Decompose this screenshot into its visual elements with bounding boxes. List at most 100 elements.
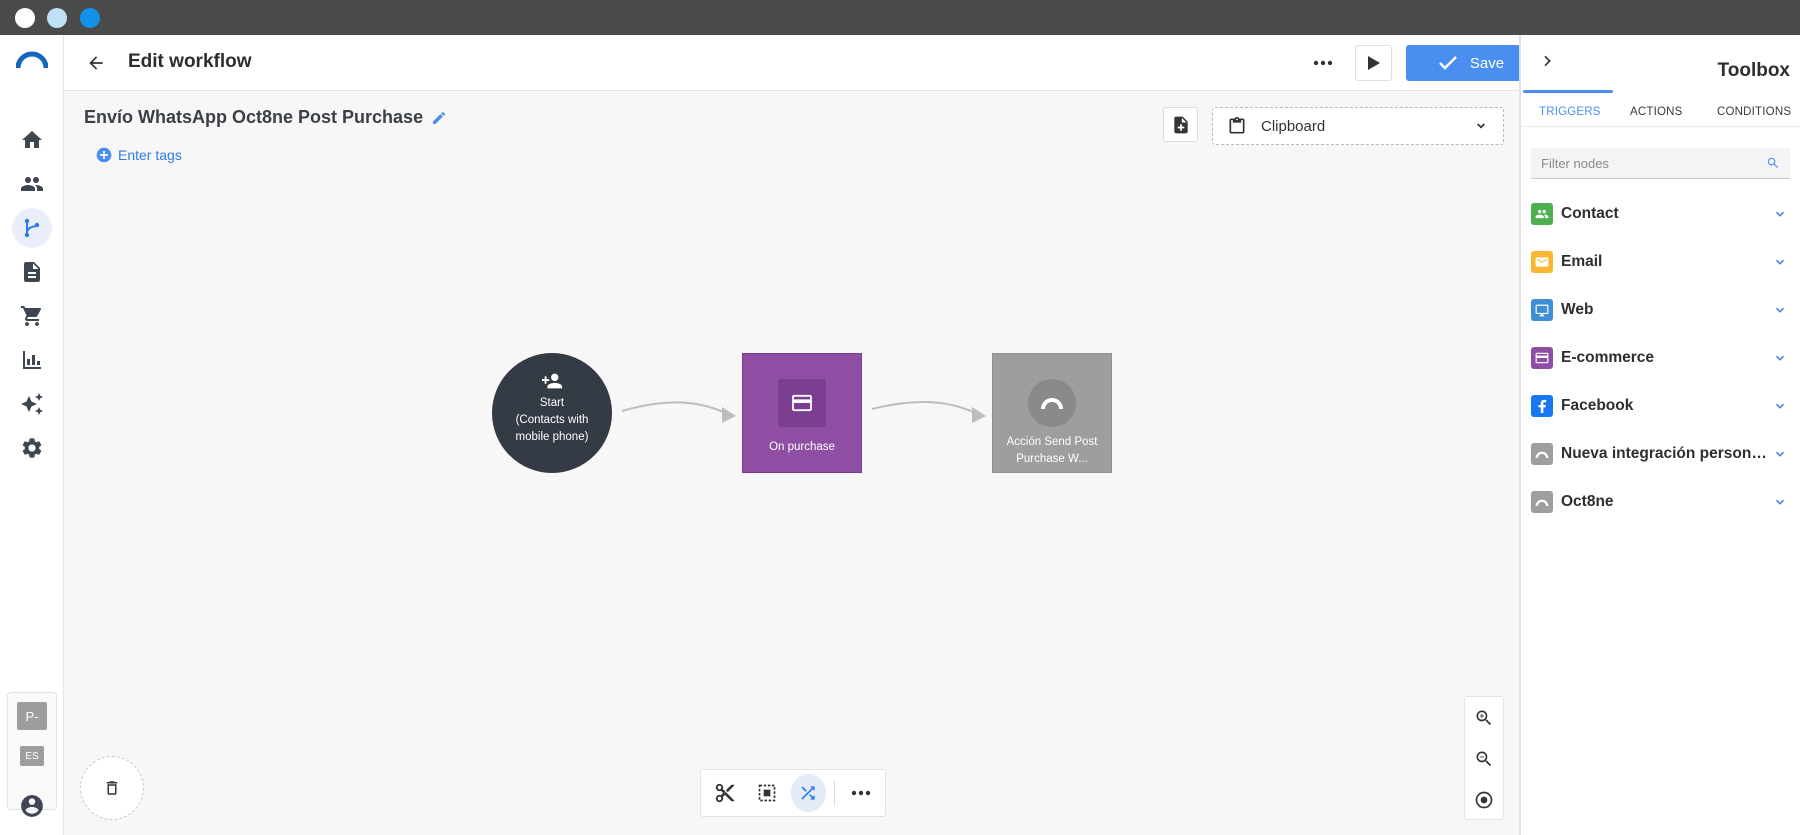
integration-icon xyxy=(1531,443,1553,465)
workflow-canvas[interactable]: Envío WhatsApp Oct8ne Post Purchase Ente… xyxy=(64,91,1519,835)
arrow-back-icon xyxy=(89,56,103,70)
card-icon xyxy=(1531,347,1553,369)
brand-logo[interactable] xyxy=(16,51,48,69)
category-label: Contact xyxy=(1561,205,1619,222)
start-node-subtitle-2: mobile phone) xyxy=(515,431,589,443)
category-email[interactable]: Email xyxy=(1531,244,1790,280)
toolbox-title: Toolbox xyxy=(1717,60,1790,81)
category-facebook[interactable]: Facebook xyxy=(1531,388,1790,424)
category-label: Web xyxy=(1561,301,1594,318)
window-titlebar xyxy=(0,0,1800,35)
save-button-label: Save xyxy=(1469,54,1505,72)
category-label: Oct8ne xyxy=(1561,493,1614,510)
sparkles-icon xyxy=(21,393,43,415)
maximize-window-button[interactable] xyxy=(80,8,100,28)
minimize-window-button[interactable] xyxy=(47,8,67,28)
chevron-right-icon xyxy=(1544,55,1551,67)
left-nav-rail: P- ES xyxy=(0,35,64,835)
toolbar-divider xyxy=(834,780,836,806)
connection-arrowhead xyxy=(972,407,986,423)
chevron-down-icon xyxy=(1770,492,1790,512)
more-horizontal-icon xyxy=(1313,60,1333,66)
chevron-down-icon xyxy=(1770,396,1790,416)
ecommerce-nav-item[interactable] xyxy=(12,296,52,336)
shuffle-icon xyxy=(801,786,816,800)
documents-nav-item[interactable] xyxy=(12,252,52,292)
contacts-nav-item[interactable] xyxy=(12,164,52,204)
zoom-in-button[interactable] xyxy=(1465,697,1503,738)
account-badge[interactable]: P- xyxy=(17,702,47,730)
page-header: Edit workflow Save xyxy=(64,35,1536,91)
more-options-button[interactable] xyxy=(1308,51,1338,75)
cut-tool-button[interactable] xyxy=(707,774,743,812)
action-node-label-2: Purchase W... xyxy=(1016,453,1088,465)
send-post-purchase-action-node[interactable]: Acción Send Post Purchase W... xyxy=(992,353,1112,473)
people-icon xyxy=(1531,203,1553,225)
search-icon[interactable] xyxy=(1766,156,1780,170)
close-window-button[interactable] xyxy=(15,8,35,28)
start-node-title: Start xyxy=(539,397,565,409)
run-test-button[interactable] xyxy=(1355,45,1392,81)
workflows-nav-item[interactable] xyxy=(12,208,52,248)
filter-nodes-field xyxy=(1531,148,1790,179)
ai-nav-item[interactable] xyxy=(12,384,52,424)
group-add-icon xyxy=(541,373,563,389)
select-area-icon xyxy=(758,784,775,802)
category-web[interactable]: Web xyxy=(1531,292,1790,328)
zoom-controls xyxy=(1464,696,1504,820)
scissors-icon xyxy=(715,783,735,803)
select-area-tool-button[interactable] xyxy=(749,774,785,812)
category-label: Facebook xyxy=(1561,397,1634,414)
action-node-label-1: Acción Send Post xyxy=(1006,436,1098,448)
workflow-icon xyxy=(24,218,40,238)
fit-view-button[interactable] xyxy=(1465,779,1503,820)
tab-actions[interactable]: ACTIONS xyxy=(1630,106,1683,118)
on-purchase-node[interactable]: On purchase xyxy=(742,353,862,473)
document-icon xyxy=(24,262,40,282)
category-custom-integration[interactable]: Nueva integración personalizada xyxy=(1531,436,1790,472)
category-ecommerce[interactable]: E-commerce xyxy=(1531,340,1790,376)
delete-drop-zone[interactable] xyxy=(80,756,144,820)
chevron-down-icon xyxy=(1770,252,1790,272)
bar-chart-icon xyxy=(23,351,41,369)
connection-arrowhead xyxy=(722,407,736,423)
save-button[interactable]: Save xyxy=(1406,45,1536,81)
back-button[interactable] xyxy=(82,49,110,77)
settings-nav-item[interactable] xyxy=(12,428,52,468)
integration-icon xyxy=(1041,398,1063,410)
monitor-icon xyxy=(1531,299,1553,321)
on-purchase-label: On purchase xyxy=(769,441,835,453)
reports-nav-item[interactable] xyxy=(12,340,52,380)
mail-icon xyxy=(1531,251,1553,273)
trash-icon xyxy=(106,781,118,795)
more-tools-button[interactable] xyxy=(843,774,879,812)
chevron-down-icon xyxy=(1770,204,1790,224)
tab-triggers[interactable]: TRIGGERS xyxy=(1539,106,1601,118)
toolbox-panel: Toolbox TRIGGERS ACTIONS CONDITIONS Cont… xyxy=(1519,35,1800,835)
purchase-icon-box xyxy=(778,379,826,427)
category-oct8ne[interactable]: Oct8ne xyxy=(1531,484,1790,520)
language-badge[interactable]: ES xyxy=(20,746,44,766)
toolbox-tabs: TRIGGERS ACTIONS CONDITIONS xyxy=(1521,93,1800,127)
play-icon xyxy=(1367,56,1380,70)
connection-purchase-to-action xyxy=(871,400,979,415)
start-node[interactable]: Start (Contacts with mobile phone) xyxy=(492,353,612,473)
integration-icon xyxy=(1531,491,1553,513)
chevron-down-icon xyxy=(1770,300,1790,320)
tab-conditions[interactable]: CONDITIONS xyxy=(1717,106,1791,118)
canvas-toolbar xyxy=(700,769,886,817)
connection-start-to-purchase xyxy=(621,401,729,415)
user-profile-icon[interactable] xyxy=(19,793,45,819)
category-label: Email xyxy=(1561,253,1603,270)
zoom-out-button[interactable] xyxy=(1465,738,1503,779)
chevron-down-icon xyxy=(1770,444,1790,464)
people-icon xyxy=(21,177,43,191)
filter-nodes-input[interactable] xyxy=(1541,155,1766,171)
start-node-subtitle-1: (Contacts with xyxy=(515,414,589,426)
collapse-panel-button[interactable] xyxy=(1535,49,1559,73)
center-focus-icon xyxy=(1475,791,1493,808)
zoom-in-icon xyxy=(1476,710,1492,725)
auto-layout-tool-button[interactable] xyxy=(790,774,827,812)
home-nav-item[interactable] xyxy=(12,120,52,160)
category-contact[interactable]: Contact xyxy=(1531,196,1790,232)
